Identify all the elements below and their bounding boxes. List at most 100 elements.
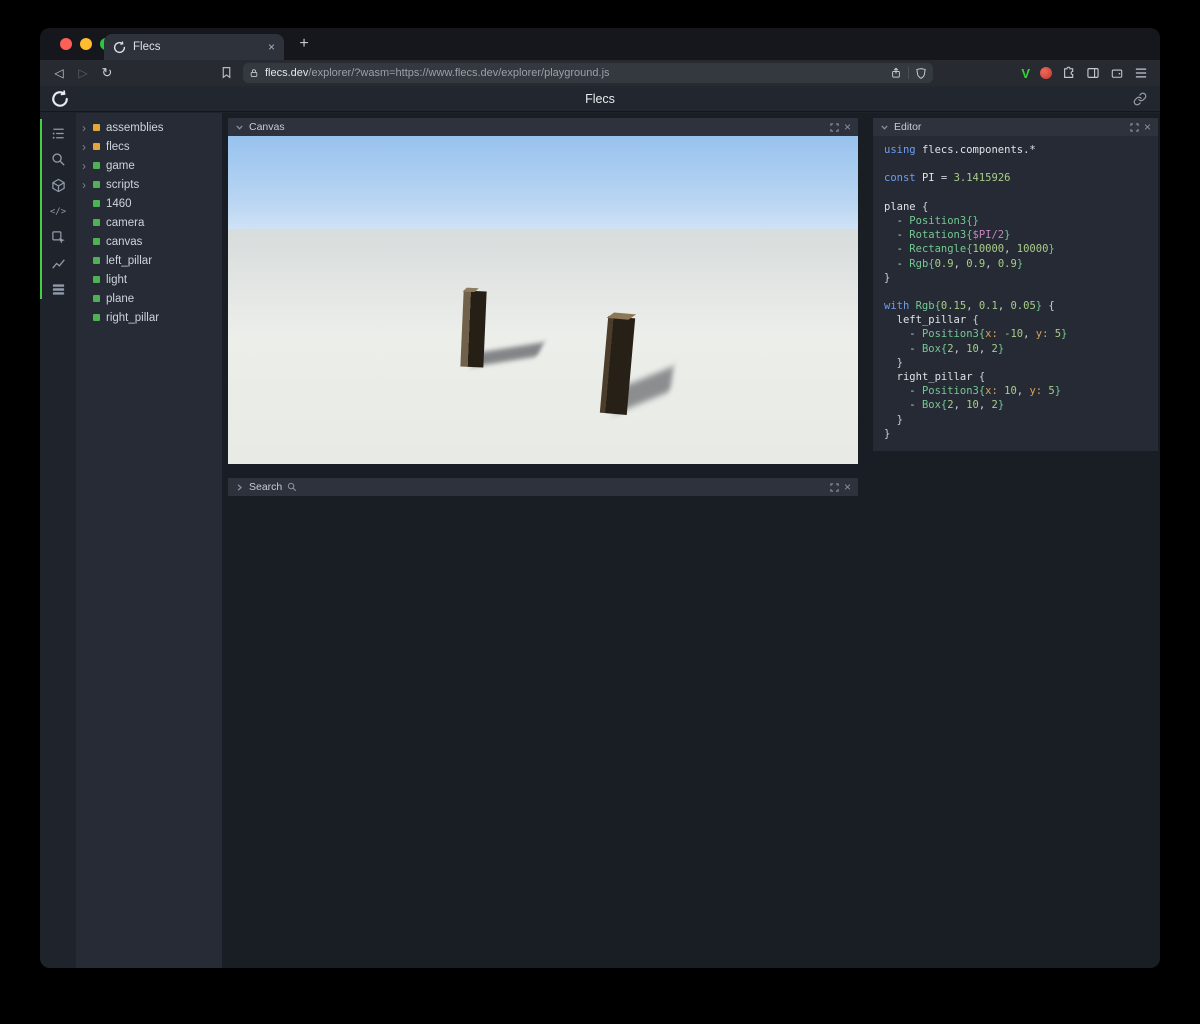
inspect-cursor-icon[interactable] [50, 229, 67, 246]
entities-cube-icon[interactable] [50, 177, 67, 194]
query-search-icon[interactable] [50, 151, 67, 168]
fullscreen-icon[interactable] [830, 482, 839, 492]
code-editor-icon[interactable]: </> [50, 203, 67, 220]
share-icon[interactable] [890, 66, 902, 80]
close-icon[interactable]: × [844, 481, 851, 493]
tree-item-label: left_pillar [106, 254, 153, 267]
tree-item-left_pillar[interactable]: left_pillar [76, 251, 222, 270]
browser-tab-flecs[interactable]: Flecs × [104, 34, 284, 60]
entity-square-icon [93, 295, 100, 302]
page-title: Flecs [585, 92, 615, 106]
tree-item-right_pillar[interactable]: right_pillar [76, 308, 222, 327]
tree-item-label: right_pillar [106, 311, 160, 324]
browser-toolbar: ◁ ▷ ↻ flecs.dev/explorer/?wasm=https://w… [40, 60, 1160, 86]
share-link-icon[interactable] [1133, 92, 1147, 106]
forward-button[interactable]: ▷ [72, 60, 94, 86]
search-icon [287, 482, 297, 492]
tree-expand-icon[interactable]: › [82, 179, 93, 191]
lock-icon [249, 67, 259, 79]
menu-icon[interactable] [1134, 67, 1148, 79]
chevron-right-icon[interactable] [235, 483, 244, 492]
reload-button[interactable]: ↻ [96, 60, 118, 86]
rows-list-icon[interactable] [50, 281, 67, 298]
address-bar[interactable]: flecs.dev/explorer/?wasm=https://www.fle… [243, 63, 933, 83]
entity-square-icon [93, 162, 100, 169]
red-extension-icon[interactable] [1040, 67, 1052, 79]
tree-expand-icon[interactable]: › [82, 160, 93, 172]
back-button[interactable]: ◁ [48, 60, 70, 86]
module-square-icon [93, 143, 100, 150]
content-area: Canvas × Search × Editor × using flecs.c… [222, 113, 1160, 968]
tree-item-scripts[interactable]: › scripts [76, 175, 222, 194]
sidebar-accent-bar [40, 119, 42, 299]
code-line: - Position3{x: -10, y: 5} [884, 328, 1068, 341]
sidebar-icon-strip: </> [40, 113, 76, 968]
close-icon[interactable]: × [1144, 121, 1151, 133]
tab-close-icon[interactable]: × [268, 41, 275, 53]
vpn-extension-icon[interactable]: V [1021, 66, 1030, 81]
editor-code[interactable]: using flecs.components.* const PI = 3.141… [873, 136, 1158, 451]
code-line: - Position3{x: 10, y: 5} [884, 385, 1062, 398]
tree-item-label: canvas [106, 235, 143, 248]
tree-expand-icon[interactable]: › [82, 122, 93, 134]
entity-square-icon [93, 219, 100, 226]
editor-panel-title: Editor [894, 121, 922, 133]
code-line: using flecs.components.* [884, 144, 1036, 156]
tree-item-1460[interactable]: 1460 [76, 194, 222, 213]
browser-window: Flecs × + ◁ ▷ ↻ flecs.dev/explorer/?wasm… [40, 28, 1160, 968]
wallet-icon[interactable] [1110, 67, 1124, 80]
new-tab-button[interactable]: + [292, 32, 316, 56]
sidebar-toggle-icon[interactable] [1086, 66, 1100, 80]
code-line: - Rectangle{10000, 10000} [884, 243, 1055, 256]
code-line: right_pillar { [896, 371, 986, 383]
tab-favicon-flecs-icon [113, 40, 126, 54]
code-line: } [884, 271, 891, 284]
tree-item-light[interactable]: light [76, 270, 222, 289]
left-pillar-mesh [460, 290, 487, 368]
search-panel-title: Search [249, 481, 283, 493]
tree-item-label: camera [106, 216, 145, 229]
tree-item-flecs[interactable]: › flecs [76, 137, 222, 156]
tree-item-camera[interactable]: camera [76, 213, 222, 232]
entity-square-icon [93, 257, 100, 264]
entity-square-icon [93, 238, 100, 245]
tree-item-canvas[interactable]: canvas [76, 232, 222, 251]
app-main: </> › assemblies › flecs › game › scripts 1460 ca… [40, 113, 1160, 968]
tree-expand-icon[interactable]: › [82, 141, 93, 153]
entity-square-icon [93, 181, 100, 188]
bookmark-icon[interactable] [220, 65, 233, 80]
entity-square-icon [93, 314, 100, 321]
close-icon[interactable]: × [844, 121, 851, 133]
editor-panel-header[interactable]: Editor × [873, 118, 1158, 136]
minimize-window-button[interactable] [80, 38, 92, 50]
search-panel-header[interactable]: Search × [228, 478, 858, 496]
fullscreen-icon[interactable] [830, 122, 839, 132]
code-line: const PI = 3.1415926 [884, 172, 1011, 185]
extensions-puzzle-icon[interactable] [1062, 66, 1076, 80]
tree-item-label: scripts [106, 178, 140, 191]
code-line: - Box{2, 10, 2} [884, 342, 1005, 355]
chevron-down-icon[interactable] [880, 123, 889, 132]
code-line: - Rgb{0.9, 0.9, 0.9} [884, 257, 1024, 270]
chevron-down-icon[interactable] [235, 123, 244, 132]
code-line: plane { [884, 200, 929, 213]
search-panel: Search × [228, 478, 858, 496]
close-window-button[interactable] [60, 38, 72, 50]
brave-shield-icon[interactable] [915, 67, 927, 80]
tree-view-icon[interactable] [50, 125, 67, 142]
canvas-panel-header[interactable]: Canvas × [228, 118, 858, 136]
canvas-3d-viewport[interactable] [228, 136, 858, 464]
address-bar-divider [908, 67, 909, 79]
module-square-icon [93, 124, 100, 131]
entity-square-icon [93, 276, 100, 283]
url-path: /explorer/?wasm=https://www.flecs.dev/ex… [308, 67, 610, 79]
code-line: } [884, 427, 891, 440]
statistics-chart-icon[interactable] [50, 255, 67, 272]
tree-item-game[interactable]: › game [76, 156, 222, 175]
code-line: left_pillar { [896, 314, 979, 327]
tree-item-label: assemblies [106, 121, 164, 134]
tree-item-plane[interactable]: plane [76, 289, 222, 308]
fullscreen-icon[interactable] [1130, 122, 1139, 132]
tree-item-assemblies[interactable]: › assemblies [76, 118, 222, 137]
canvas-panel: Canvas × [228, 118, 858, 464]
